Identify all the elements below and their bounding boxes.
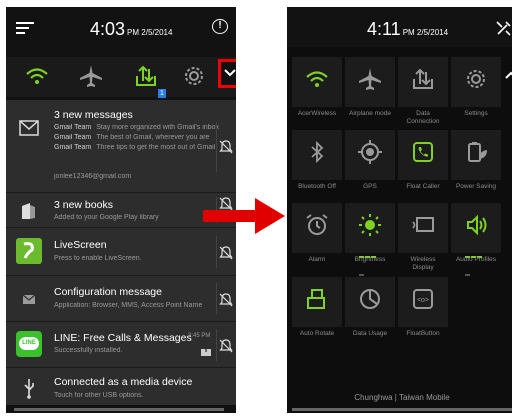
qs-tile-data-connection[interactable]: [398, 57, 448, 107]
notification-panel-phone: 4:03 PM 2/5/2014 ! 1 3 new messages Gmail…: [6, 7, 236, 413]
qs-tile-label: Audio Profiles: [455, 256, 497, 263]
quick-settings-phone: 4:11 PM 2/5/2014 AcerWireless Airplane mod…: [287, 7, 512, 413]
notification-time: 3:45 PM: [188, 333, 211, 339]
float-caller-icon: [413, 142, 433, 162]
play-books-icon: [16, 198, 42, 224]
carrier-label: Chunghwa | Taiwan Mobile: [354, 393, 450, 402]
qs-tile-brightness[interactable]: [345, 203, 395, 276]
usb-icon: [16, 375, 42, 401]
mute-notification-icon[interactable]: [219, 293, 233, 307]
qs-tile-label: AcerWireless: [297, 110, 337, 117]
qs-tile-label: Auto Rotate: [299, 330, 335, 337]
qs-tile-power-saving[interactable]: [451, 130, 501, 180]
wireless-display-icon: [412, 217, 434, 232]
mute-notification-icon[interactable]: [219, 140, 233, 154]
qs-tile-label: Float Caller: [406, 183, 440, 190]
level-indicator: [465, 245, 487, 276]
audio-profiles-icon: [467, 214, 487, 236]
transition-arrow-icon: [203, 198, 285, 234]
clock: 4:03 PM 2/5/2014: [90, 19, 173, 39]
alert-bubble-icon[interactable]: !: [212, 19, 228, 34]
power-saving-icon: [468, 142, 487, 162]
download-complete-icon: [201, 347, 211, 356]
quick-settings-row: [6, 57, 236, 97]
float-button-icon: <o>: [413, 289, 433, 309]
qs-tile-label: Power Saving: [455, 183, 497, 190]
books-notification[interactable]: 3 new books Added to your Google Play li…: [6, 193, 236, 227]
account-email: jonlee12346@gmail.com: [54, 173, 132, 180]
mute-notification-icon[interactable]: [219, 246, 233, 260]
qs-tile-label: Data Connection: [406, 110, 440, 125]
qs-tile-gps[interactable]: [345, 130, 395, 180]
bluetooth-icon: [311, 140, 324, 164]
data-badge: 1: [158, 89, 166, 98]
gear-icon: [467, 70, 485, 88]
qs-tile-airplane-mode[interactable]: [345, 57, 395, 107]
status-bar: 4:03 PM 2/5/2014 !: [6, 7, 236, 51]
usb-notification[interactable]: Connected as a media device Touch for ot…: [6, 368, 236, 405]
brightness-icon: [359, 214, 381, 236]
livescreen-notification[interactable]: LiveScreen Press to enable LiveScreen.: [6, 228, 236, 275]
qs-tile-label: FloatButton: [406, 330, 440, 337]
qs-tile-auto-rotate[interactable]: [292, 277, 342, 327]
airplane-icon: [359, 68, 381, 90]
alarm-icon: [306, 214, 328, 235]
livescreen-icon: [16, 238, 42, 264]
clock: 4:11 PM 2/5/2014: [367, 19, 449, 39]
qs-tile-data-usage[interactable]: [345, 277, 395, 327]
gmail-icon: [16, 114, 42, 140]
gmail-notification[interactable]: 3 new messages Gmail Team Stay more organ…: [6, 100, 236, 192]
scroll-handle[interactable]: [6, 405, 236, 413]
qs-tile-label: Alarm: [308, 256, 326, 263]
airplane-icon[interactable]: [78, 63, 104, 89]
data-usage-icon: [360, 289, 380, 309]
configuration-notification[interactable]: Configuration message Application: Brows…: [6, 276, 236, 321]
gear-icon[interactable]: [181, 63, 207, 89]
qs-tile-wireless-display[interactable]: [398, 203, 448, 253]
gps-icon: [358, 140, 382, 164]
qs-tile-label: Bluetooth Off: [298, 183, 336, 190]
qs-tile-float-caller[interactable]: [398, 130, 448, 180]
line-app-icon: LINE: [16, 331, 42, 357]
qs-tile-acerwireless[interactable]: [292, 57, 342, 107]
qs-tile-label: Data Usage: [352, 330, 388, 337]
scroll-handle[interactable]: [292, 408, 512, 411]
expand-settings-button[interactable]: [218, 59, 236, 88]
message-line: Gmail Team The best of Gmail, wherever yo…: [54, 134, 210, 141]
auto-rotate-icon: [307, 289, 325, 309]
svg-text:<o>: <o>: [417, 297, 429, 304]
wifi-icon[interactable]: [24, 63, 50, 89]
mute-notification-icon[interactable]: [219, 339, 233, 353]
line-notification[interactable]: LINE LINE: Free Calls & Messages 3:45 PM…: [6, 322, 236, 367]
menu-icon[interactable]: [16, 22, 34, 34]
qs-tile-floatbutton[interactable]: <o>: [398, 277, 448, 327]
qs-tile-label: Wireless Display: [410, 256, 436, 271]
qs-tile-audio-profiles[interactable]: [451, 203, 501, 276]
message-line: Gmail Team Stay more organized with Gmail…: [54, 124, 219, 131]
level-indicator: [359, 245, 381, 276]
data-connection-icon: [413, 68, 433, 89]
qs-tile-label: Airplane mode: [349, 110, 391, 117]
qs-tile-settings[interactable]: [451, 57, 501, 107]
qs-tile-label: Brightness: [354, 256, 386, 263]
collapse-chevron-icon[interactable]: [505, 70, 512, 80]
qs-tile-label: Settings: [464, 110, 488, 117]
message-line: Gmail Team Three tips to get the most out…: [54, 144, 216, 151]
notification-title: 3 new messages: [54, 109, 133, 121]
data-connection-icon[interactable]: [133, 63, 159, 89]
wifi-icon: [306, 71, 328, 87]
chevron-down-icon: [224, 69, 236, 77]
message-icon: [16, 286, 42, 312]
qs-tile-bluetooth-off[interactable]: [292, 130, 342, 180]
tools-icon[interactable]: [495, 19, 512, 37]
qs-tile-label: GPS: [363, 183, 377, 190]
qs-tile-alarm[interactable]: [292, 203, 342, 253]
